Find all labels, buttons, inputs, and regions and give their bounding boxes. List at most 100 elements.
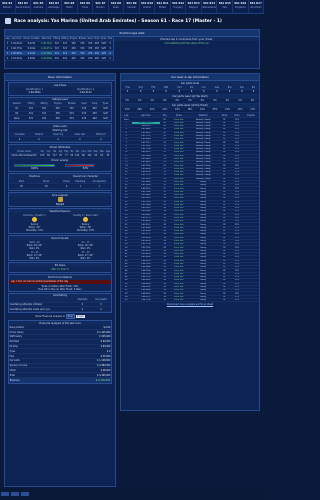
race-information-heading: Race information: [5, 74, 115, 81]
race-nav-round: S61 R6: [79, 2, 91, 5]
forecast-cell: 0h - 1h Temp: 16°-19° Rain: 0%: [60, 240, 111, 250]
practice-cell: 321: [60, 55, 70, 61]
race-nav-bar: S61 R1 Bahrain S61 R2 Saudi Arabia S61 R3 Aus…: [0, 0, 265, 14]
setup-cell: 321: [24, 115, 38, 122]
race-nav-track: Bahrain: [3, 6, 12, 9]
fuel-left-note: Fuel left in the car after finish: 0 lit…: [38, 287, 82, 291]
footer-link[interactable]: [21, 492, 29, 496]
race-nav-round: S61 R13: [187, 2, 200, 5]
race-nav-item[interactable]: S61 R17 Abu Dhabi: [249, 0, 265, 13]
wear-finish-value: 26%: [133, 107, 147, 113]
toggle-euro-button[interactable]: Euro: [65, 314, 75, 320]
wear-start-value: 0%: [133, 98, 147, 104]
part-level: 8: [121, 89, 135, 95]
lap-cell: 18: [160, 298, 170, 303]
footer-link[interactable]: [11, 492, 19, 496]
race-nav-track: Singapore: [234, 6, 246, 9]
lap-cell: 55: [121, 298, 132, 303]
sun-icon: [83, 217, 88, 223]
wear-start-value: 0%: [233, 98, 247, 104]
wear-finish-value: 18%: [183, 107, 197, 113]
race-nav-track: Abu Dhabi: [250, 6, 262, 9]
race-nav-item[interactable]: S61 R10 Austria: [140, 0, 156, 13]
race-nav-item[interactable]: S61 R14 Netherlands: [202, 0, 218, 13]
practice-cell: 515: [78, 55, 87, 61]
toggle-single-button[interactable]: Single: [75, 315, 85, 319]
driver-table: Driver name OA Con Tal Agr Exp TeI Sta Cha Mot Rep…: [9, 149, 111, 159]
practice-table: Lap Lap time Driver mistake Net time FWing RW…: [5, 37, 113, 61]
lap-cell: 27%: [230, 298, 243, 303]
race-nav-item[interactable]: S61 R13 Belgium: [186, 0, 202, 13]
race-nav-item[interactable]: S61 R7 Monaco: [93, 0, 109, 13]
race-nav-item[interactable]: S61 R16 Singapore: [233, 0, 249, 13]
race-nav-track: Italy: [222, 6, 228, 9]
race-nav-item[interactable]: S61 R8 Spain: [109, 0, 125, 13]
forecast-cell: Start - 0h Temp: 18°-20° Rain: 0%: [9, 240, 60, 250]
pit-stops-note: Pits: 0 / Fuel: 0: [51, 268, 69, 272]
part-level: 8: [197, 89, 211, 95]
race-nav-round: S61 R7: [95, 2, 106, 5]
wear-start-value: 0%: [208, 98, 222, 104]
part-level: 8: [134, 89, 148, 95]
race-nav-track: Monaco: [96, 6, 105, 9]
race-nav-item[interactable]: S61 R15 Italy: [217, 0, 233, 13]
race-nav-item[interactable]: S61 R12 Hungary: [171, 0, 187, 13]
car-wear-panel: Car wear & lap information Car parts lev…: [120, 73, 260, 411]
race-nav-item[interactable]: S61 R11 Britain: [155, 0, 171, 13]
weather-q1-hum: Humidity: 31%: [25, 229, 44, 233]
race-nav-item[interactable]: S61 R1 Bahrain: [0, 0, 16, 13]
download-excel-link[interactable]: Download race analysis as Excel sheet: [121, 302, 259, 307]
finance-value: $ 4,305,000: [66, 372, 111, 379]
setup-cell: Race: [9, 115, 25, 122]
wear-start-value: 0%: [183, 98, 197, 104]
race-nav-round: S61 R15: [218, 2, 231, 5]
race-nav-item[interactable]: S61 R2 Saudi Arabia: [16, 0, 32, 13]
race-nav-item[interactable]: S61 R6 Imola: [78, 0, 94, 13]
practice-row: 4 1:41.211s 0.302s 1:40.909s 321 321 450 515 470…: [5, 55, 113, 61]
driver-value: 35: [104, 153, 111, 159]
race-nav-item[interactable]: S61 R4 Azerbaijan: [47, 0, 63, 13]
forecast-cell: 1h - 2h Temp: 17°-20° Rain: 0%: [9, 250, 60, 260]
lap-row: 55 1:44.720s 18 Extra Soft Sunny 19° 27%: [121, 298, 259, 303]
race-nav-track: Austria: [143, 6, 151, 9]
wear-start-value: 0%: [196, 98, 209, 104]
balance-label: Balance: [9, 378, 20, 382]
part-level: 8: [172, 89, 187, 95]
setup-cell: Soft: [99, 115, 111, 122]
practice-cell: 1:41.211s: [10, 55, 23, 61]
tyre-supplier-logo-icon: [57, 197, 63, 203]
practice-panel: Practice laps data Lap Lap time Driver mis…: [4, 29, 260, 69]
weather-q2-hum: Humidity: 27%: [76, 229, 95, 233]
practice-cell: 463: [93, 55, 101, 61]
race-nav-item[interactable]: S61 R9 Canada: [124, 0, 140, 13]
q1-time: 1:40.481s: [28, 90, 41, 94]
practice-cell: 1:40.909s: [40, 55, 53, 61]
race-nav-item[interactable]: S61 R3 Australia: [31, 0, 47, 13]
race-nav-round: S61 R2: [17, 2, 28, 5]
wear-finish-value: 19%: [171, 107, 184, 113]
footer-link[interactable]: [1, 492, 9, 496]
race-nav-item[interactable]: S61 R5 Miami: [62, 0, 78, 13]
analysis-icon: [5, 18, 11, 24]
race-nav-round: S61 R4: [48, 2, 59, 5]
race-nav-round: S61 R12: [172, 2, 185, 5]
energy-end: 67%: [82, 167, 89, 171]
race-nav-track: Netherlands: [202, 6, 216, 9]
race-nav-round: S61 R5: [64, 2, 75, 5]
wear-finish-value: 24%: [221, 107, 234, 113]
wear-finish-value: 21%: [158, 107, 172, 113]
race-nav-round: S61 R10: [141, 2, 154, 5]
race-nav-round: S61 R11: [156, 2, 169, 5]
car-parts-level-table: Cha Eng FWi RWi Und Sid Coo Gea Bra Sus Ele 8 8 8 8 8 8 8…: [121, 85, 259, 95]
race-nav-track: Canada: [127, 6, 136, 9]
lap-cell: Extra Soft: [169, 298, 189, 303]
wear-start-value: 0%: [158, 98, 172, 104]
setup-cell: 515: [64, 115, 79, 122]
lap-cell: 1:44.720s: [131, 298, 161, 303]
finance-label: Total: [9, 372, 67, 379]
part-level: 8: [147, 89, 160, 95]
overtake-upon-you-label: Overtaking attempts made upon you: [9, 306, 74, 313]
q2-time: 1:42.117s: [79, 90, 92, 94]
wear-start-value: 0%: [121, 98, 134, 104]
finance-row: Total $ 4,305,000: [9, 372, 111, 379]
